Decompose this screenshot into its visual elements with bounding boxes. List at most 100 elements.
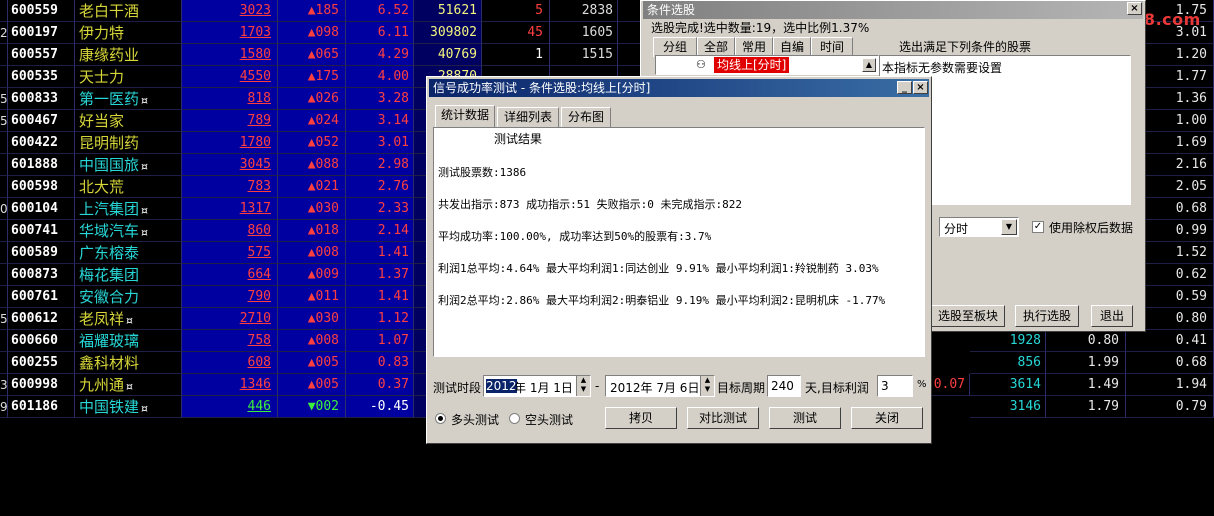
tab-statistics[interactable]: 统计数据 [435, 105, 495, 127]
tab-time[interactable]: 时间 [811, 37, 853, 57]
row-index [0, 220, 8, 242]
result-panel: 测试结果 测试股票数:1386 共发出指示:873 成功指示:51 失败指示:0… [433, 127, 925, 357]
stock-name-text: 老凤祥 [79, 310, 125, 328]
change: ▲052 [278, 132, 346, 154]
tab-custom[interactable]: 自编 [773, 37, 811, 57]
end-date-spin[interactable]: ▲ ▼ [700, 376, 714, 396]
condition-select-title: 条件选股 [647, 3, 696, 17]
stock-code: 600833 [8, 88, 75, 110]
row-index [0, 330, 8, 352]
cycle-input[interactable]: 240 [767, 375, 801, 397]
change-percent: 0.83 [346, 352, 414, 374]
price: 1317 [182, 198, 278, 220]
signal-test-titlebar[interactable]: 信号成功率测试 - 条件选股:均线上[分时] [429, 79, 929, 97]
stock-name: 伊力特 [75, 22, 182, 44]
stock-name-text: 伊力特 [79, 24, 125, 42]
stock-name-text: 老白干酒 [79, 2, 140, 20]
tree-item-selected[interactable]: 均线上[分时] [714, 57, 790, 73]
change-percent: 3.28 [346, 88, 414, 110]
change: ▲005 [278, 374, 346, 396]
stock-name: 康缘药业 [75, 44, 182, 66]
stock-name-text: 福耀玻璃 [79, 332, 140, 350]
volume: 51621 [414, 0, 482, 22]
signal-test-window[interactable]: 信号成功率测试 - 条件选股:均线上[分时] _ × 统计数据 详细列表 分布图… [426, 76, 932, 444]
tab-common[interactable]: 常用 [735, 37, 773, 57]
short-test-label[interactable]: 空头测试 [525, 411, 573, 428]
result-success-rate: 平均成功率:100.00%, 成功率达到50%的股票有:3.7% [438, 230, 712, 243]
cycle-unit: 天,目标利润 [805, 381, 869, 395]
tab-distribution[interactable]: 分布图 [561, 107, 611, 127]
row-index: 0 [0, 198, 8, 220]
long-test-radio[interactable] [435, 413, 446, 424]
financing-mark-icon: ¤ [141, 204, 149, 217]
col-r3: 0.79 [1126, 396, 1214, 418]
start-date-spin[interactable]: ▲ ▼ [576, 376, 590, 396]
price: 789 [182, 110, 278, 132]
close-button[interactable]: 关闭 [851, 407, 923, 429]
long-test-label[interactable]: 多头测试 [451, 411, 499, 428]
profit-input[interactable]: 3 [877, 375, 913, 397]
close-icon[interactable]: × [1127, 2, 1142, 15]
row-index: 3 [0, 374, 8, 396]
cycle-label: 目标周期 [717, 381, 766, 395]
row-index [0, 154, 8, 176]
stock-code: 600255 [8, 352, 75, 374]
col-r3: 1.94 [1126, 374, 1214, 396]
price: 790 [182, 286, 278, 308]
tab-detail-list[interactable]: 详细列表 [497, 107, 559, 127]
condition-tree[interactable]: ⚇ 均线上[分时] ▲ [655, 55, 879, 75]
adjust-checkbox[interactable]: ✓ [1032, 221, 1044, 233]
stock-name: 鑫科材料 [75, 352, 182, 374]
stock-name: 福耀玻璃 [75, 330, 182, 352]
exit-button[interactable]: 退出 [1091, 305, 1133, 327]
period-value: 分时 [944, 222, 969, 236]
stock-code: 600559 [8, 0, 75, 22]
result-signal-count: 共发出指示:873 成功指示:51 失败指示:0 未完成指示:822 [438, 198, 742, 211]
change-percent: 1.41 [346, 242, 414, 264]
stock-name-text: 中国铁建 [79, 398, 140, 416]
run-select-button[interactable]: 执行选股 [1015, 305, 1079, 327]
period-select[interactable]: 分时 ▼ [939, 217, 1019, 237]
change: ▼002 [278, 396, 346, 418]
start-year[interactable]: 2012 [486, 379, 517, 393]
start-date-input[interactable]: 2012 年 1月 1日 ▲ ▼ [483, 375, 591, 397]
test-button[interactable]: 测试 [769, 407, 841, 429]
tree-scroll-up[interactable]: ▲ [862, 58, 876, 72]
price: 860 [182, 220, 278, 242]
chevron-down-icon[interactable]: ▼ [1001, 219, 1017, 235]
row-index [0, 352, 8, 374]
result-profit2: 利润2总平均:2.86% 最大平均利润2:明泰铝业 9.19% 最小平均利润2:… [438, 294, 886, 307]
param-note: 本指标无参数需要设置 [882, 61, 1003, 75]
change: ▲024 [278, 110, 346, 132]
stock-name: 九州通 ¤ [75, 374, 182, 396]
change-percent: -0.45 [346, 396, 414, 418]
stock-name: 天士力 [75, 66, 182, 88]
price: 818 [182, 88, 278, 110]
close-icon[interactable]: × [913, 81, 928, 94]
col-mid: 0.07 [930, 374, 970, 396]
minimize-icon[interactable]: _ [897, 81, 912, 94]
stock-code: 600741 [8, 220, 75, 242]
end-date-input[interactable]: 2012年 7月 6日 ▲ ▼ [605, 375, 715, 397]
col-r1: 3146 [970, 396, 1046, 418]
stock-name-text: 康缘药业 [79, 46, 140, 64]
binoculars-icon: ⚇ [696, 58, 706, 71]
compare-test-button[interactable]: 对比测试 [687, 407, 759, 429]
change: ▲018 [278, 220, 346, 242]
row-index: 9 [0, 396, 8, 418]
stock-name: 华域汽车 ¤ [75, 220, 182, 242]
row-index [0, 44, 8, 66]
stock-name-text: 九州通 [79, 376, 125, 394]
stock-name: 第一医药 ¤ [75, 88, 182, 110]
tab-all[interactable]: 全部 [697, 37, 735, 57]
tab-group[interactable]: 分组 [653, 37, 697, 57]
stock-name-text: 广东榕泰 [79, 244, 140, 262]
to-block-button[interactable]: 选股至板块 [931, 305, 1005, 327]
stock-code: 600761 [8, 286, 75, 308]
condition-select-titlebar[interactable]: 条件选股 [643, 1, 1143, 19]
short-test-radio[interactable] [509, 413, 520, 424]
result-stock-count: 测试股票数:1386 [438, 166, 527, 179]
col-x2: 1515 [550, 44, 618, 66]
col-r2: 1.99 [1046, 352, 1126, 374]
copy-button[interactable]: 拷贝 [605, 407, 677, 429]
